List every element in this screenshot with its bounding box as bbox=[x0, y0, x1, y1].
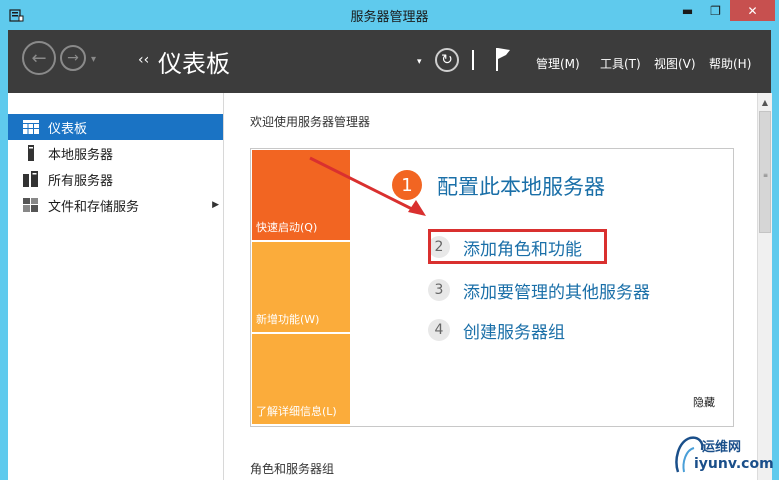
vertical-scrollbar[interactable]: ▲ ≡ bbox=[757, 93, 772, 480]
step-1-number: 1 bbox=[392, 170, 422, 200]
tile-label: 新增功能(W) bbox=[256, 313, 320, 326]
step-add-other-servers[interactable]: 3 添加要管理的其他服务器 bbox=[428, 276, 650, 304]
window-title: 服务器管理器 bbox=[350, 10, 429, 25]
menu-tools[interactable]: 工具(T) bbox=[600, 55, 641, 72]
local-server-icon bbox=[23, 145, 39, 161]
step-number: 4 bbox=[428, 319, 450, 341]
roles-section-header: 角色和服务器组 bbox=[250, 462, 335, 476]
forward-button[interactable]: → bbox=[60, 45, 86, 71]
menu-view[interactable]: 视图(V) bbox=[654, 55, 696, 72]
tile-quick-start[interactable]: 快速启动(Q) bbox=[252, 150, 350, 240]
tile-learn-more[interactable]: 了解详细信息(L) bbox=[252, 334, 350, 424]
refresh-dropdown-icon[interactable]: ▾ bbox=[417, 57, 422, 67]
step-create-server-group[interactable]: 4 创建服务器组 bbox=[428, 316, 565, 344]
back-button[interactable]: ← bbox=[22, 41, 56, 75]
annotation-highlight-box bbox=[428, 229, 607, 264]
menu-manage[interactable]: 管理(M) bbox=[536, 55, 580, 72]
toolbar: ← → ▾ ‹‹ 仪表板 ▾ ↻ 管理(M) 工具(T) 视图(V) 帮助(H) bbox=[8, 30, 771, 93]
title-bar: 服务器管理器 ▬ ❐ ✕ bbox=[0, 0, 779, 30]
close-button[interactable]: ✕ bbox=[730, 0, 775, 21]
welcome-title: 欢迎使用服务器管理器 bbox=[250, 115, 371, 129]
all-servers-icon bbox=[23, 171, 39, 187]
step-label: 创建服务器组 bbox=[463, 322, 565, 343]
refresh-button[interactable]: ↻ bbox=[435, 48, 459, 72]
scroll-up-arrow-icon[interactable]: ▲ bbox=[758, 95, 772, 109]
tile-whats-new[interactable]: 新增功能(W) bbox=[252, 242, 350, 332]
sidebar-item-file-storage[interactable]: 文件和存储服务 ▶ bbox=[8, 192, 223, 218]
step-configure-local-server[interactable]: 配置此本地服务器 bbox=[437, 171, 605, 201]
sidebar: 仪表板 本地服务器 所有服务器 文件和存储服务 ▶ bbox=[8, 93, 224, 480]
quick-start-panel: 快速启动(Q) 新增功能(W) 了解详细信息(L) 1 配置此本地服务器 2 添… bbox=[250, 148, 734, 427]
history-dropdown-icon[interactable]: ▾ bbox=[91, 54, 96, 65]
main-content: 欢迎使用服务器管理器 快速启动(Q) 新增功能(W) 了解详细信息(L) 1 配… bbox=[224, 93, 756, 480]
submenu-arrow-icon[interactable]: ▶ bbox=[212, 200, 219, 210]
sidebar-item-label: 仪表板 bbox=[48, 121, 88, 137]
page-title: 仪表板 bbox=[158, 50, 230, 78]
sidebar-item-label: 所有服务器 bbox=[48, 173, 114, 189]
breadcrumb-chevron-icon: ‹‹ bbox=[138, 52, 150, 68]
menu-help[interactable]: 帮助(H) bbox=[709, 55, 751, 72]
minimize-button[interactable]: ▬ bbox=[674, 0, 701, 21]
tile-label: 了解详细信息(L) bbox=[256, 405, 337, 418]
sidebar-item-label: 本地服务器 bbox=[48, 147, 114, 163]
watermark-text-en: iyunv.com bbox=[694, 456, 774, 472]
sidebar-item-dashboard[interactable]: 仪表板 bbox=[8, 114, 223, 140]
hide-link[interactable]: 隐藏 bbox=[693, 394, 715, 410]
step-label: 添加要管理的其他服务器 bbox=[463, 282, 650, 303]
sidebar-item-local-server[interactable]: 本地服务器 bbox=[8, 140, 223, 166]
toolbar-separator bbox=[472, 50, 474, 70]
watermark: 运维网 iyunv.com bbox=[668, 432, 776, 476]
maximize-button[interactable]: ❐ bbox=[702, 0, 729, 21]
file-storage-icon bbox=[23, 197, 39, 213]
notifications-flag-icon[interactable] bbox=[494, 46, 512, 72]
window-frame-right bbox=[771, 30, 779, 480]
dashboard-icon bbox=[23, 119, 39, 135]
scroll-grip-icon: ≡ bbox=[763, 172, 769, 179]
tile-label: 快速启动(Q) bbox=[256, 221, 318, 234]
watermark-text-cn: 运维网 bbox=[702, 440, 742, 455]
window-frame-left bbox=[0, 30, 8, 480]
scroll-thumb[interactable]: ≡ bbox=[759, 111, 771, 233]
step-number: 3 bbox=[428, 279, 450, 301]
sidebar-item-all-servers[interactable]: 所有服务器 bbox=[8, 166, 223, 192]
sidebar-item-label: 文件和存储服务 bbox=[48, 199, 140, 215]
